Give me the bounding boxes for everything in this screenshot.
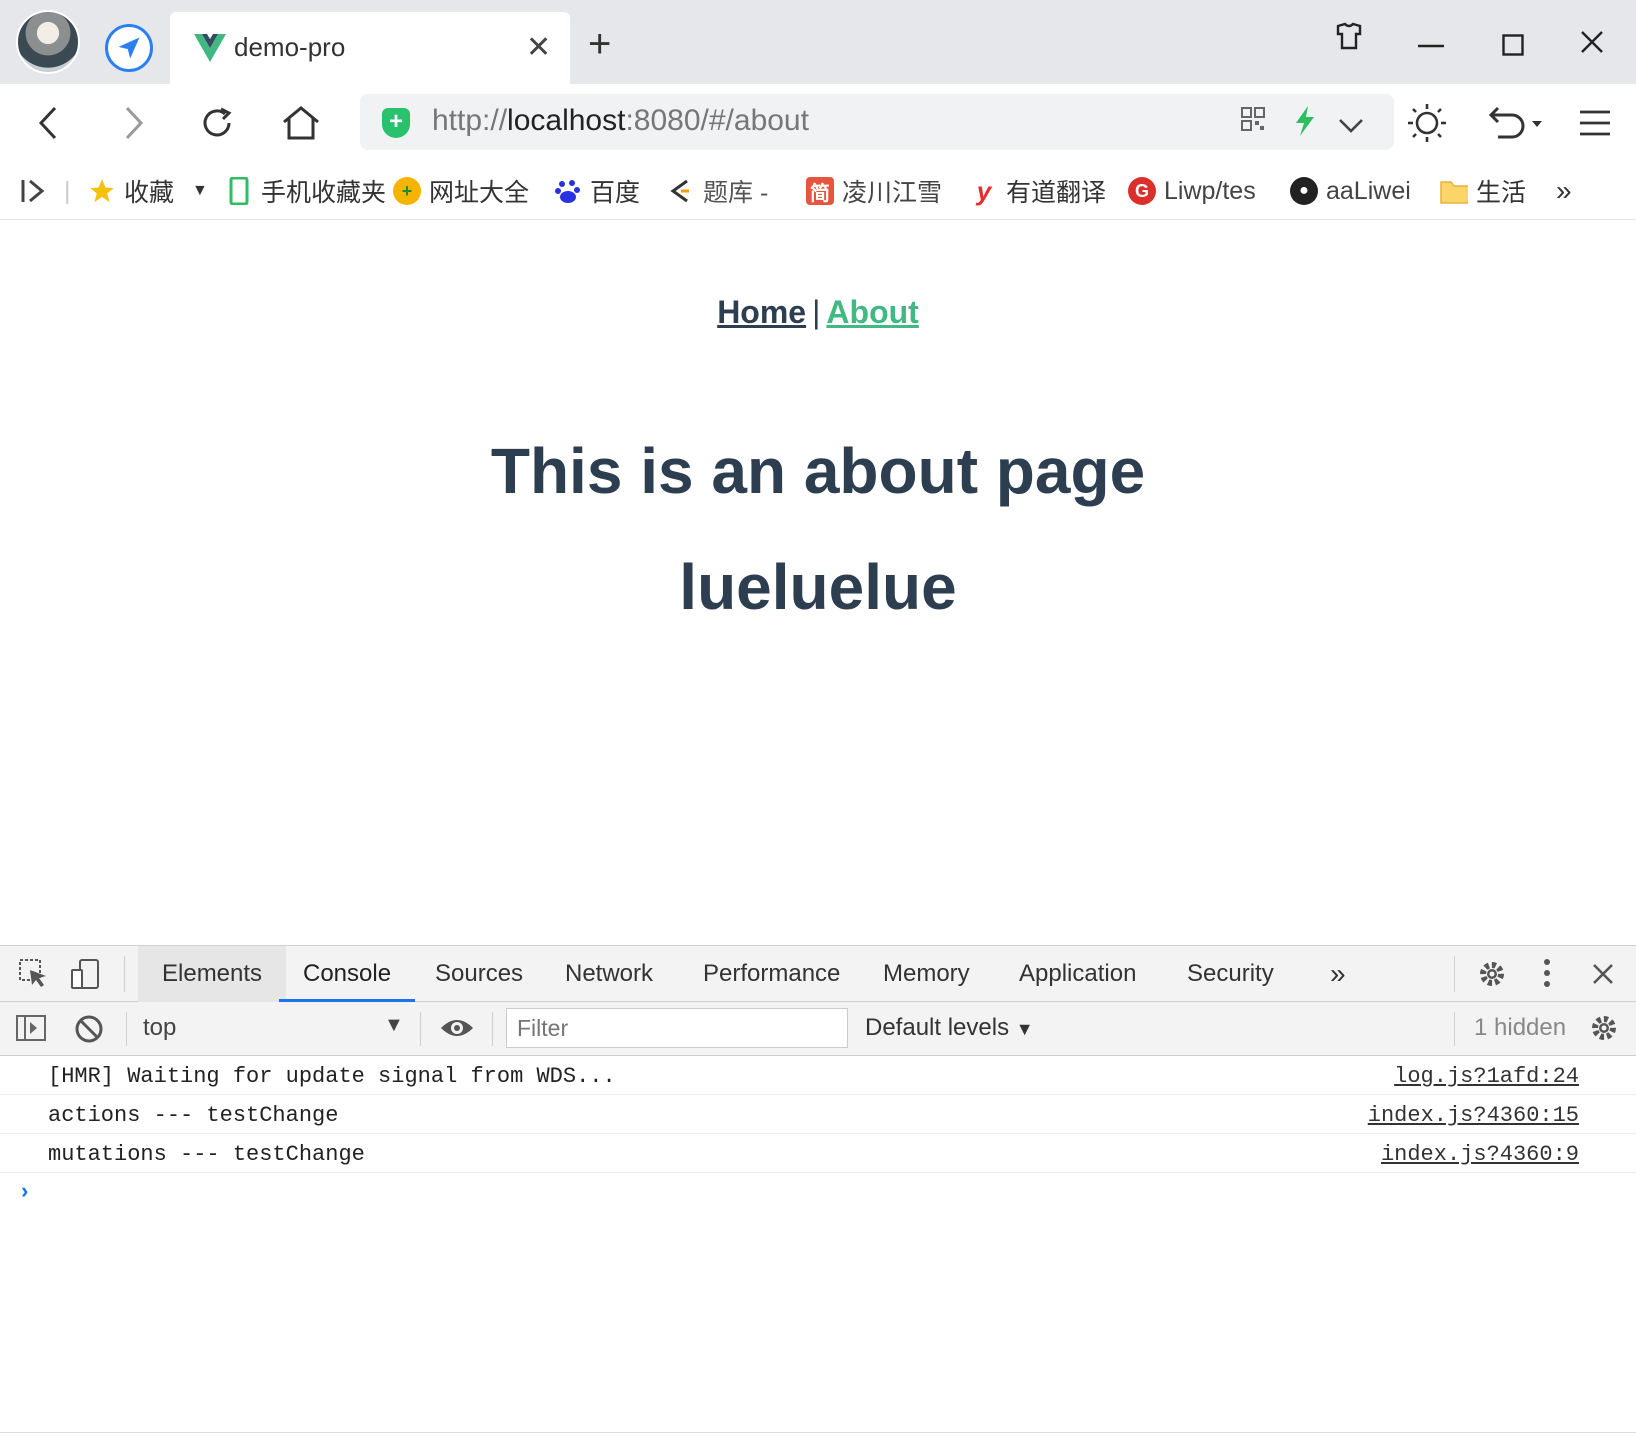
bookmark-item-jianshu[interactable]: 简 凌川江雪 bbox=[806, 174, 942, 208]
maximize-icon[interactable] bbox=[1502, 32, 1524, 62]
levels-caret-icon: ▼ bbox=[1015, 1019, 1034, 1039]
bookmarks-bar: | 收藏 ▼ 手机收藏夹 + 网址大全 百度 题库 - 简 凌川江雪 y 有道翻… bbox=[0, 162, 1636, 220]
console-message-text: mutations --- testChange bbox=[48, 1142, 365, 1167]
context-dropdown-icon[interactable]: ▼ bbox=[384, 1014, 404, 1037]
folder-icon bbox=[1440, 177, 1468, 205]
minimize-icon[interactable] bbox=[1418, 24, 1444, 54]
tab-performance[interactable]: Performance bbox=[679, 946, 864, 1002]
bookmark-item-youdao[interactable]: y 有道翻译 bbox=[970, 174, 1106, 208]
security-shield-icon[interactable]: + bbox=[382, 108, 410, 138]
console-prompt-chevron-icon[interactable]: › bbox=[18, 1180, 31, 1205]
console-message-row: [HMR] Waiting for update signal from WDS… bbox=[0, 1056, 1636, 1095]
bookmark-item-github[interactable]: ● aaLiwei bbox=[1290, 174, 1411, 208]
more-tabs-icon[interactable]: » bbox=[1306, 946, 1370, 1002]
address-bar[interactable]: + http://localhost:8080/#/about bbox=[360, 94, 1394, 150]
devtools-tab-bar: Elements Console Sources Network Perform… bbox=[0, 946, 1636, 1002]
c-logo-icon bbox=[667, 177, 695, 205]
settings-gear-icon[interactable] bbox=[1476, 958, 1508, 995]
vue-logo-icon bbox=[194, 34, 226, 62]
sidebar-toggle-icon[interactable] bbox=[20, 174, 48, 208]
tab-sources[interactable]: Sources bbox=[411, 946, 547, 1002]
bookmark-divider: | bbox=[64, 176, 71, 205]
url-text[interactable]: http://localhost:8080/#/about bbox=[432, 104, 809, 138]
qr-code-icon[interactable] bbox=[1240, 106, 1266, 139]
forward-icon[interactable] bbox=[108, 98, 158, 148]
devtools-panel: Elements Console Sources Network Perform… bbox=[0, 945, 1636, 1437]
undo-close-tab-icon[interactable] bbox=[1484, 98, 1546, 148]
back-icon[interactable] bbox=[24, 98, 74, 148]
phone-icon bbox=[225, 177, 253, 205]
tab-application[interactable]: Application bbox=[995, 946, 1160, 1002]
console-toolbar: top ▼ Default levels ▼ 1 hidden bbox=[0, 1002, 1636, 1056]
hidden-messages-count: 1 hidden bbox=[1474, 1014, 1567, 1041]
console-filter-input[interactable] bbox=[506, 1008, 848, 1048]
tab-elements[interactable]: Elements bbox=[138, 946, 287, 1002]
user-avatar[interactable] bbox=[16, 10, 80, 74]
bookmark-item-mobile[interactable]: 手机收藏夹 bbox=[225, 174, 386, 208]
bookmark-item-favorites[interactable]: 收藏 ▼ bbox=[88, 174, 208, 208]
devtools-bottom-border bbox=[0, 1432, 1636, 1437]
bookmark-item-gitee[interactable]: G Liwp/tes bbox=[1128, 174, 1256, 208]
tab-console[interactable]: Console bbox=[279, 946, 416, 1002]
browser-titlebar: demo-pro ✕ + bbox=[0, 0, 1636, 84]
caret-down-icon[interactable]: ▼ bbox=[192, 182, 208, 200]
navigation-send-icon[interactable] bbox=[105, 24, 153, 72]
page-subheading: lueluelue bbox=[679, 551, 957, 623]
brightness-icon[interactable] bbox=[1402, 98, 1452, 148]
paw-icon bbox=[554, 177, 582, 205]
context-selector[interactable]: top bbox=[143, 1014, 176, 1042]
lightning-icon[interactable] bbox=[1294, 106, 1316, 143]
tab-title: demo-pro bbox=[234, 32, 346, 62]
live-expression-eye-icon[interactable] bbox=[440, 1016, 474, 1045]
show-sidebar-icon[interactable] bbox=[16, 1014, 46, 1047]
console-message-row: mutations --- testChange index.js?4360:9 bbox=[0, 1134, 1636, 1173]
page-viewport: Home | About This is an about page lueluel… bbox=[0, 220, 1636, 945]
nav-separator: | bbox=[812, 294, 821, 330]
device-toolbar-icon[interactable] bbox=[70, 958, 102, 995]
bookmark-item-life[interactable]: 生活 bbox=[1440, 174, 1526, 208]
page-heading: This is an about page bbox=[490, 435, 1146, 507]
tab-memory[interactable]: Memory bbox=[859, 946, 994, 1002]
gitee-icon: G bbox=[1128, 177, 1156, 205]
console-message-row: actions --- testChange index.js?4360:15 bbox=[0, 1095, 1636, 1134]
navigation-toolbar: + http://localhost:8080/#/about bbox=[0, 84, 1636, 162]
tab-network[interactable]: Network bbox=[541, 946, 677, 1002]
close-devtools-icon[interactable] bbox=[1592, 962, 1614, 990]
console-messages: [HMR] Waiting for update signal from WDS… bbox=[0, 1056, 1636, 1173]
console-message-text: actions --- testChange bbox=[48, 1103, 339, 1128]
star-icon bbox=[88, 177, 116, 205]
new-tab-icon[interactable]: + bbox=[588, 24, 611, 64]
home-icon[interactable] bbox=[276, 98, 326, 148]
bookmark-item-baidu[interactable]: 百度 bbox=[554, 174, 640, 208]
browser-tab-active[interactable]: demo-pro ✕ bbox=[170, 12, 570, 84]
console-message-text: [HMR] Waiting for update signal from WDS… bbox=[48, 1064, 616, 1089]
inspect-element-icon[interactable] bbox=[18, 958, 48, 993]
console-source-link[interactable]: index.js?4360:9 bbox=[1381, 1142, 1579, 1167]
chevron-down-icon[interactable] bbox=[1338, 110, 1364, 142]
plus-circle-icon: + bbox=[393, 177, 421, 205]
youdao-icon: y bbox=[976, 175, 992, 206]
menu-hamburger-icon[interactable] bbox=[1570, 98, 1620, 148]
tab-security[interactable]: Security bbox=[1163, 946, 1298, 1002]
reload-icon[interactable] bbox=[192, 98, 242, 148]
nav-link-home[interactable]: Home bbox=[717, 294, 806, 330]
more-bookmarks-icon[interactable]: » bbox=[1556, 174, 1572, 208]
clear-console-icon[interactable] bbox=[74, 1014, 104, 1049]
console-settings-gear-icon[interactable] bbox=[1588, 1012, 1620, 1049]
more-options-icon[interactable] bbox=[1542, 958, 1552, 993]
vue-router-nav: Home | About bbox=[0, 294, 1636, 331]
nav-link-about[interactable]: About bbox=[826, 294, 918, 330]
close-window-icon[interactable] bbox=[1580, 30, 1604, 60]
console-source-link[interactable]: log.js?1afd:24 bbox=[1394, 1064, 1579, 1089]
bookmark-item-question-bank[interactable]: 题库 - bbox=[667, 174, 768, 208]
skin-shirt-icon[interactable] bbox=[1334, 22, 1364, 56]
console-source-link[interactable]: index.js?4360:15 bbox=[1368, 1103, 1579, 1128]
log-levels-dropdown[interactable]: Default levels ▼ bbox=[865, 1014, 1034, 1042]
tab-close-icon[interactable]: ✕ bbox=[526, 30, 551, 65]
bookmark-item-directory[interactable]: + 网址大全 bbox=[393, 174, 529, 208]
jian-icon: 简 bbox=[806, 177, 834, 205]
github-icon: ● bbox=[1290, 177, 1318, 205]
